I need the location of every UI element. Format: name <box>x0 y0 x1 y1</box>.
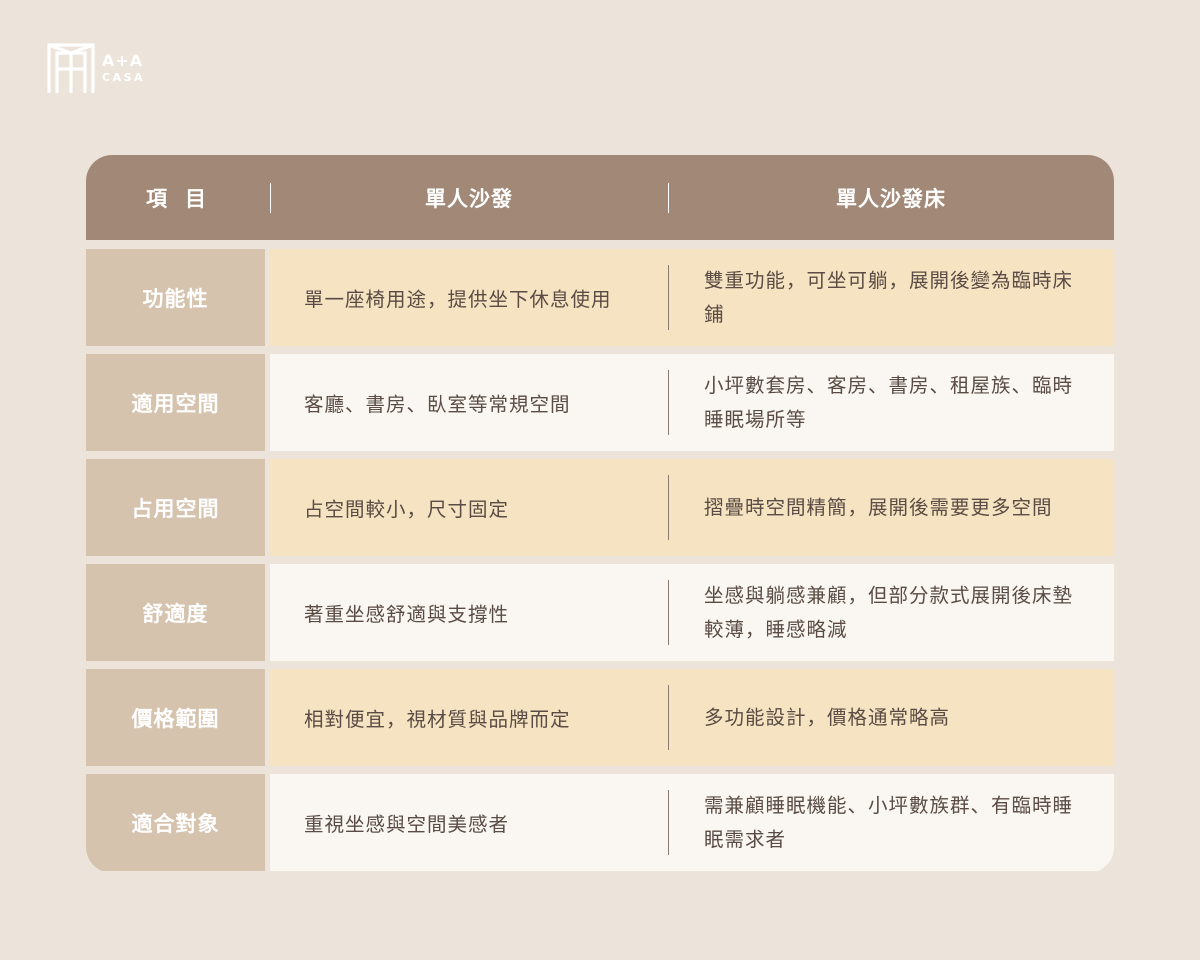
table-row: 價格範圍 相對便宜，視材質與品牌而定 多功能設計，價格通常略高 <box>86 669 1114 766</box>
row-label: 舒適度 <box>86 564 265 661</box>
row-body: 著重坐感舒適與支撐性 坐感與躺感兼顧，但部分款式展開後床墊較薄，睡感略減 <box>270 564 1114 661</box>
table-row: 適用空間 客廳、書房、臥室等常規空間 小坪數套房、客房、書房、租屋族、臨時睡眠場… <box>86 354 1114 451</box>
row-body: 占空間較小，尺寸固定 摺疊時空間精簡，展開後需要更多空間 <box>270 459 1114 556</box>
table-row: 適合對象 重視坐感與空間美感者 需兼顧睡眠機能、小坪數族群、有臨時睡眠需求者 <box>86 774 1114 871</box>
row-body: 客廳、書房、臥室等常規空間 小坪數套房、客房、書房、租屋族、臨時睡眠場所等 <box>270 354 1114 451</box>
comparison-table: 項目 單人沙發 單人沙發床 功能性 單一座椅用途，提供坐下休息使用 雙重功能，可… <box>86 155 1114 873</box>
row-label: 占用空間 <box>86 459 265 556</box>
table-row: 占用空間 占空間較小，尺寸固定 摺疊時空間精簡，展開後需要更多空間 <box>86 459 1114 556</box>
logo-text-secondary: CASA <box>102 71 146 84</box>
logo-text-primary: A+A <box>102 51 144 70</box>
cell-sofa: 客廳、書房、臥室等常規空間 <box>304 393 571 416</box>
cell-sofa: 占空間較小，尺寸固定 <box>304 498 510 521</box>
house-logo-icon <box>47 43 95 93</box>
header-sofa-bed: 單人沙發床 <box>836 186 946 211</box>
brand-logo: A+A CASA <box>46 42 145 94</box>
cell-sofa: 相對便宜，視材質與品牌而定 <box>304 708 571 731</box>
cell-sofa-bed: 雙重功能，可坐可躺，展開後變為臨時床鋪 <box>704 268 1074 326</box>
cell-sofa-bed: 多功能設計，價格通常略高 <box>704 705 951 729</box>
row-body: 相對便宜，視材質與品牌而定 多功能設計，價格通常略高 <box>270 669 1114 766</box>
cell-sofa-bed: 小坪數套房、客房、書房、租屋族、臨時睡眠場所等 <box>704 373 1074 431</box>
cell-sofa-bed: 需兼顧睡眠機能、小坪數族群、有臨時睡眠需求者 <box>704 793 1074 851</box>
table-header: 項目 單人沙發 單人沙發床 <box>86 155 1114 240</box>
column-divider <box>668 265 669 330</box>
row-body: 重視坐感與空間美感者 需兼顧睡眠機能、小坪數族群、有臨時睡眠需求者 <box>270 774 1114 871</box>
header-sofa: 單人沙發 <box>425 186 513 211</box>
column-divider <box>668 370 669 435</box>
table-row: 舒適度 著重坐感舒適與支撐性 坐感與躺感兼顧，但部分款式展開後床墊較薄，睡感略減 <box>86 564 1114 661</box>
table-row: 功能性 單一座椅用途，提供坐下休息使用 雙重功能，可坐可躺，展開後變為臨時床鋪 <box>86 249 1114 346</box>
cell-sofa: 單一座椅用途，提供坐下休息使用 <box>304 288 612 311</box>
row-label: 價格範圍 <box>86 669 265 766</box>
row-label: 適用空間 <box>86 354 265 451</box>
cell-sofa-bed: 摺疊時空間精簡，展開後需要更多空間 <box>704 495 1053 519</box>
cell-sofa-bed: 坐感與躺感兼顧，但部分款式展開後床墊較薄，睡感略減 <box>704 583 1074 641</box>
column-divider <box>668 685 669 750</box>
column-divider <box>668 790 669 855</box>
row-body: 單一座椅用途，提供坐下休息使用 雙重功能，可坐可躺，展開後變為臨時床鋪 <box>270 249 1114 346</box>
row-label: 適合對象 <box>86 774 265 871</box>
cell-sofa: 著重坐感舒適與支撐性 <box>304 603 510 626</box>
row-label: 功能性 <box>86 249 265 346</box>
header-item: 項目 <box>146 186 224 211</box>
cell-sofa: 重視坐感與空間美感者 <box>304 813 510 836</box>
column-divider <box>668 580 669 645</box>
column-divider <box>668 475 669 540</box>
